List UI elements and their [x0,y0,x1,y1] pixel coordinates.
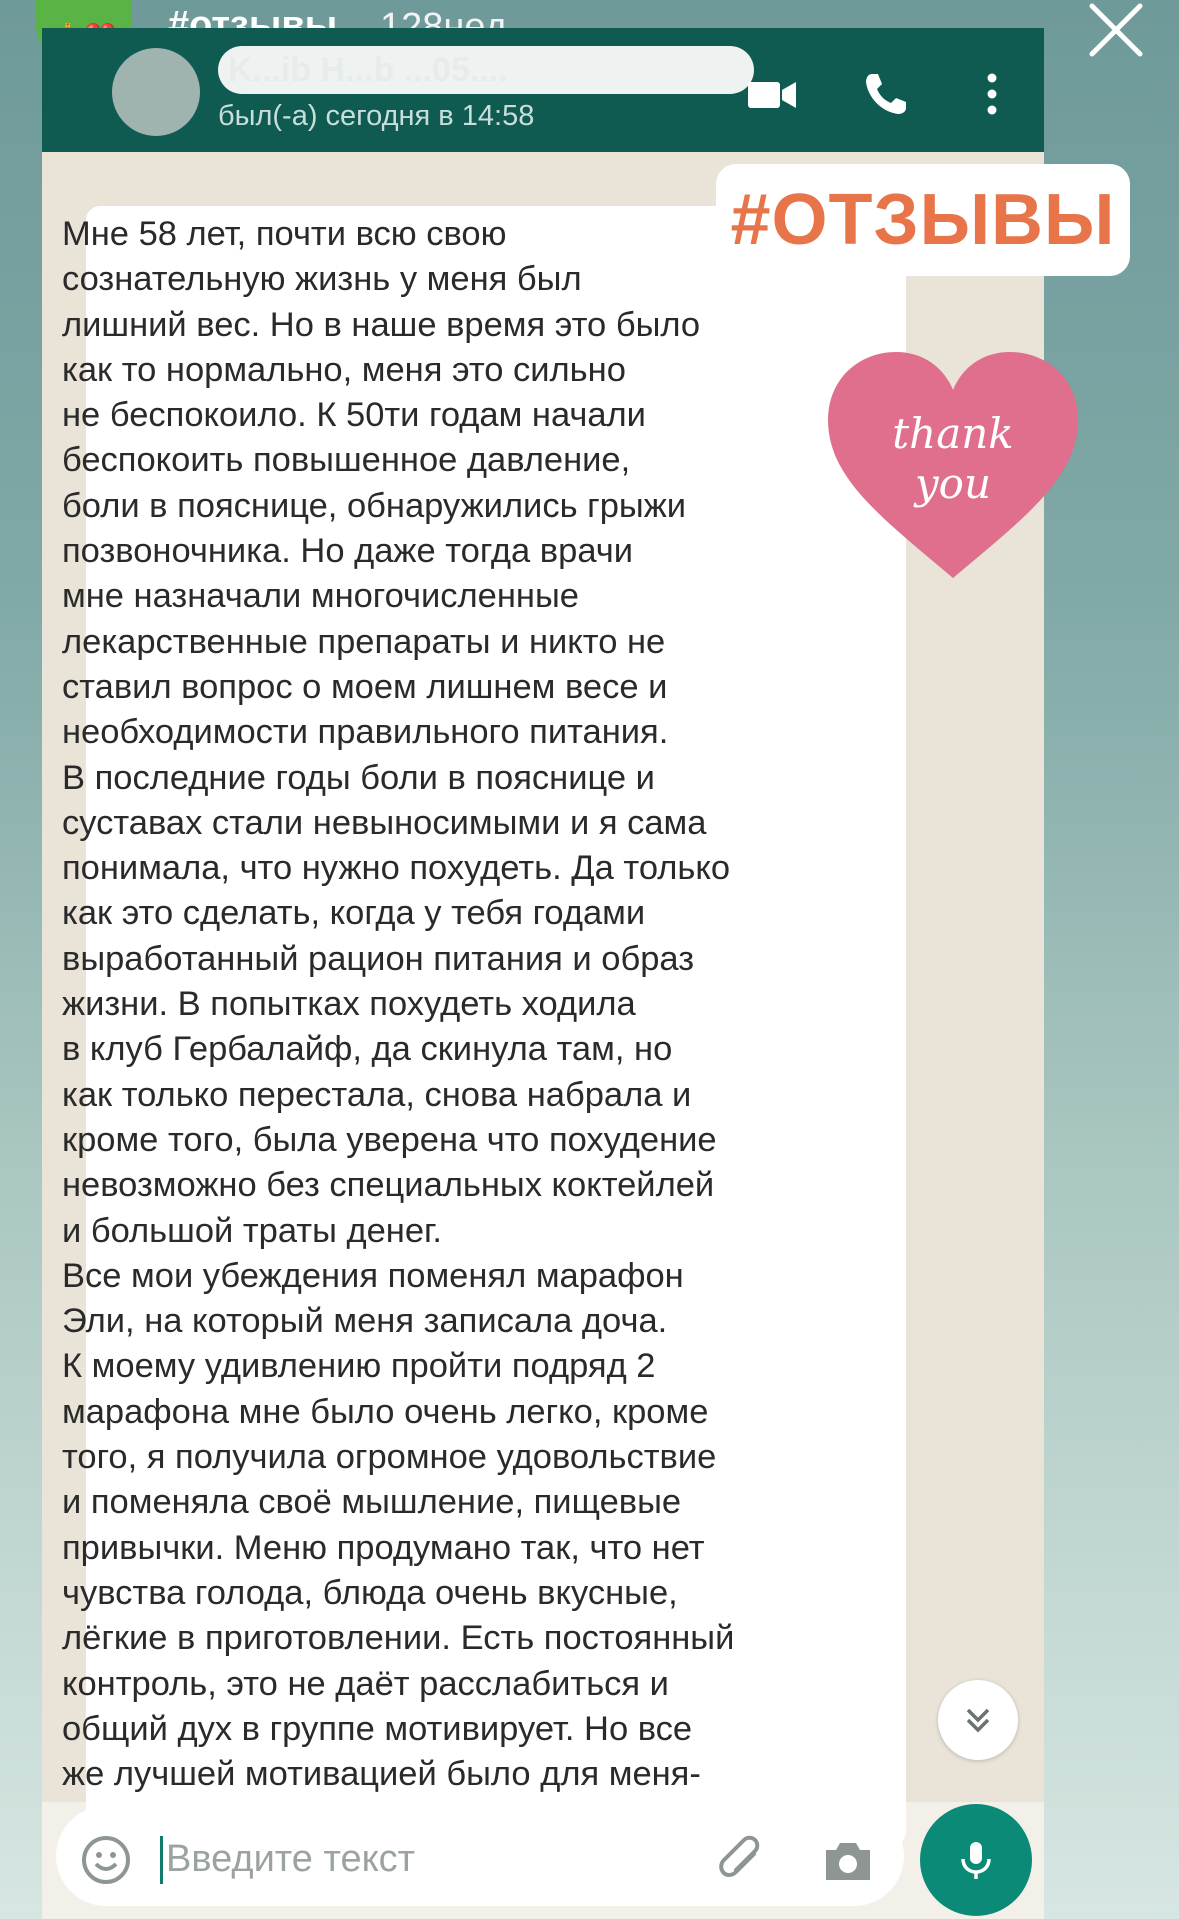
emoji-icon[interactable] [80,1834,132,1886]
attach-icon[interactable] [714,1834,770,1890]
voice-record-button[interactable] [920,1804,1032,1916]
text-caret [160,1836,163,1884]
message-text: Мне 58 лет, почти всю свою сознательную … [62,215,735,1794]
close-icon[interactable] [1086,0,1146,60]
video-call-icon[interactable] [744,66,800,122]
microphone-icon [961,1842,991,1879]
double-chevron-down-icon [966,1708,990,1733]
contact-avatar[interactable] [112,48,200,136]
heart-sticker-icon: thank you [828,352,1078,578]
camera-icon[interactable] [820,1834,876,1890]
message-input[interactable]: Введите текст [166,1838,415,1881]
phone-icon[interactable] [858,66,914,122]
hashtag-sticker: #ОТЗЫВЫ [716,164,1130,276]
contact-name[interactable]: K...ib H...b ...05.... [218,46,754,94]
scroll-to-bottom-button[interactable] [938,1680,1018,1760]
heart-text-thank: thank [892,409,1013,458]
more-vert-icon[interactable] [964,66,1020,122]
contact-status: был(-а) сегодня в 14:58 [218,100,535,132]
chat-header: K...ib H...b ...05.... был(-а) сегодня в… [42,28,1044,152]
heart-text-you: you [913,459,991,508]
